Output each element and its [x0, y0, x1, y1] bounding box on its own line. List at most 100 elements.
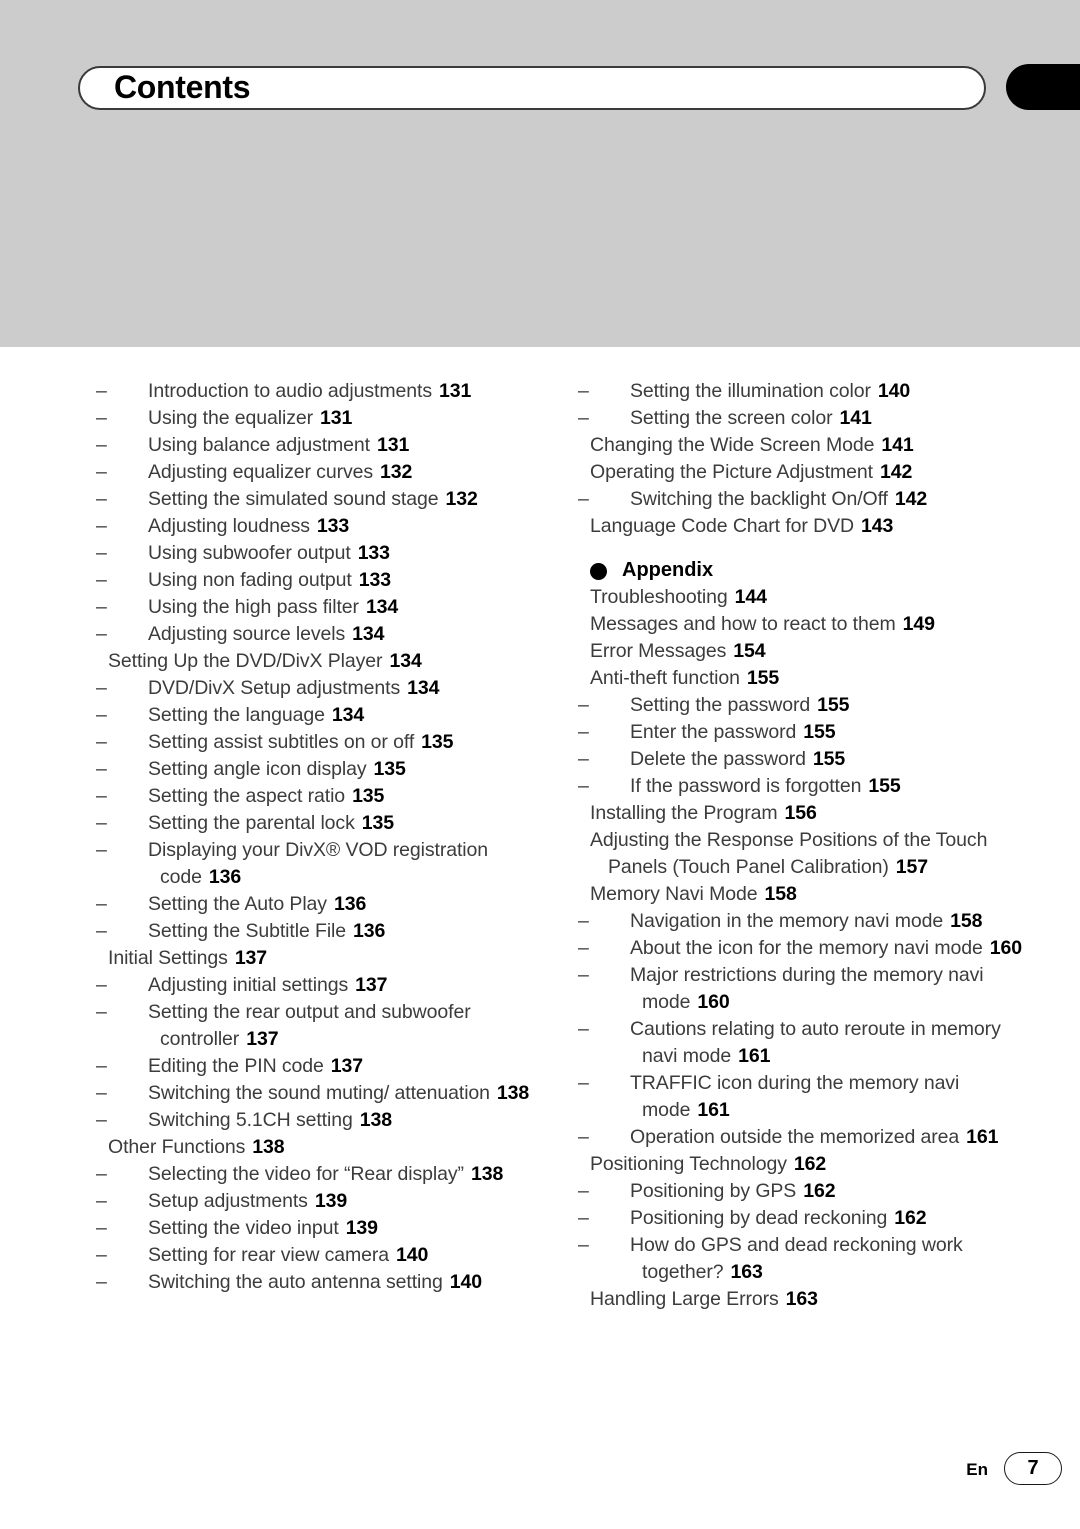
toc-entry[interactable]: – Selecting the video for “Rear display” 1… [96, 1161, 548, 1188]
toc-entry[interactable]: – Setting the screen color 141 [578, 405, 1040, 432]
toc-entry[interactable]: – Operation outside the memorized area 161 [578, 1124, 1040, 1151]
toc-entry[interactable]: – Navigation in the memory navi mode 158 [578, 908, 1040, 935]
toc-entry[interactable]: – Setting angle icon display 135 [96, 756, 548, 783]
toc-entry-label: Error Messages [590, 640, 727, 662]
toc-entry-dash: – [96, 542, 107, 564]
toc-entry[interactable]: – Introduction to audio adjustments 131 [96, 378, 548, 405]
toc-entry-page-number: 163 [785, 1288, 818, 1310]
toc-entry-dash: – [96, 1109, 107, 1131]
toc-entry[interactable]: – Positioning by dead reckoning 162 [578, 1205, 1040, 1232]
toc-entry-page-number: 132 [380, 461, 413, 483]
toc-entry-dash: – [96, 488, 107, 510]
toc-entry-label: Setting the Auto Play [148, 893, 327, 915]
toc-entry[interactable]: – Setting the language 134 [96, 702, 548, 729]
toc-entry[interactable]: – Setting the password 155 [578, 692, 1040, 719]
toc-entry-label: Switching the backlight On/Off [630, 488, 888, 510]
toc-entry[interactable]: – Major restrictions during the memory na… [578, 962, 1040, 1016]
toc-entry[interactable]: – Setup adjustments 139 [96, 1188, 548, 1215]
toc-entry[interactable]: – Adjusting equalizer curves 132 [96, 459, 548, 486]
toc-entry-label: Using subwoofer output [148, 542, 351, 564]
toc-entry[interactable]: – How do GPS and dead reckoning work toge… [578, 1232, 1040, 1286]
toc-entry-label: If the password is forgotten [630, 775, 862, 797]
toc-entry[interactable]: – Cautions relating to auto reroute in me… [578, 1016, 1040, 1070]
toc-entry[interactable]: Anti-theft function 155 [590, 665, 1040, 692]
toc-entry[interactable]: Operating the Picture Adjustment 142 [590, 459, 1040, 486]
toc-entry-dash: – [578, 748, 589, 770]
toc-entry[interactable]: – Setting the Auto Play 136 [96, 891, 548, 918]
toc-entry-dash: – [96, 1082, 107, 1104]
toc-entry-label: Cautions relating to auto reroute in mem… [630, 1018, 1001, 1067]
footer-language-code: En [966, 1460, 988, 1479]
toc-entry[interactable]: – Switching the backlight On/Off 142 [578, 486, 1040, 513]
toc-entry[interactable]: Adjusting the Response Positions of the … [590, 827, 1040, 881]
toc-entry-dash: – [578, 1234, 589, 1256]
toc-entry-page-number: 163 [730, 1261, 763, 1283]
toc-entry-label: TRAFFIC icon during the memory navi mode [630, 1072, 960, 1121]
toc-entry-dash: – [578, 694, 589, 716]
toc-entry-label: Installing the Program [590, 802, 778, 824]
toc-entry[interactable]: – Setting the Subtitle File 136 [96, 918, 548, 945]
toc-entry[interactable]: – Using non fading output 133 [96, 567, 548, 594]
toc-entry-label: Language Code Chart for DVD [590, 515, 854, 537]
toc-entry-label: Changing the Wide Screen Mode [590, 434, 875, 456]
toc-entry[interactable]: Other Functions 138 [108, 1134, 548, 1161]
toc-entry-label: Messages and how to react to them [590, 613, 896, 635]
toc-entry[interactable]: Setting Up the DVD/DivX Player 134 [108, 648, 548, 675]
toc-entry[interactable]: – Adjusting loudness 133 [96, 513, 548, 540]
toc-entry[interactable]: – Using balance adjustment 131 [96, 432, 548, 459]
toc-entry[interactable]: – Setting assist subtitles on or off 135 [96, 729, 548, 756]
toc-entry-label: Setting Up the DVD/DivX Player [108, 650, 383, 672]
toc-entry[interactable]: Messages and how to react to them 149 [590, 611, 1040, 638]
toc-entry-label: Using non fading output [148, 569, 352, 591]
toc-entry[interactable]: – Setting the video input 139 [96, 1215, 548, 1242]
toc-entry-label: Setting the Subtitle File [148, 920, 347, 942]
toc-entry[interactable]: – About the icon for the memory navi mode… [578, 935, 1040, 962]
toc-entry[interactable]: Installing the Program 156 [590, 800, 1040, 827]
toc-entry[interactable]: – Switching the sound muting/ attenuation… [96, 1080, 548, 1107]
toc-entry[interactable]: Initial Settings 137 [108, 945, 548, 972]
toc-entry-label: Positioning Technology [590, 1153, 787, 1175]
toc-entry[interactable]: – Delete the password 155 [578, 746, 1040, 773]
toc-entry[interactable]: – If the password is forgotten 155 [578, 773, 1040, 800]
toc-entry[interactable]: – Adjusting source levels 134 [96, 621, 548, 648]
toc-entry[interactable]: – Setting the aspect ratio 135 [96, 783, 548, 810]
toc-entry[interactable]: – Enter the password 155 [578, 719, 1040, 746]
toc-entry-page-number: 158 [764, 883, 797, 905]
toc-entry[interactable]: – Switching 5.1CH setting 138 [96, 1107, 548, 1134]
toc-entry[interactable]: – TRAFFIC icon during the memory navi mod… [578, 1070, 1040, 1124]
toc-entry[interactable]: – Setting the parental lock 135 [96, 810, 548, 837]
toc-entry-page-number: 155 [803, 721, 836, 743]
toc-entry[interactable]: – Switching the auto antenna setting 140 [96, 1269, 548, 1296]
toc-entry[interactable]: – DVD/DivX Setup adjustments 134 [96, 675, 548, 702]
toc-entry-dash: – [96, 569, 107, 591]
toc-entry-page-number: 160 [989, 937, 1022, 959]
toc-entry-label: Major restrictions during the memory nav… [630, 964, 984, 1013]
toc-entry-page-number: 131 [438, 380, 472, 402]
toc-entry[interactable]: Error Messages 154 [590, 638, 1040, 665]
toc-entry-page-number: 144 [734, 586, 767, 608]
toc-entry[interactable]: Positioning Technology 162 [590, 1151, 1040, 1178]
toc-entry-label: Setup adjustments [148, 1190, 308, 1212]
toc-entry-dash: – [96, 1190, 107, 1212]
toc-entry[interactable]: – Setting for rear view camera 140 [96, 1242, 548, 1269]
toc-entry-dash: – [96, 704, 107, 726]
toc-entry-label: Positioning by GPS [630, 1180, 797, 1202]
toc-entry[interactable]: Troubleshooting 144 [590, 584, 1040, 611]
toc-column-right: – Setting the illumination color 140 – Setti… [578, 378, 1040, 1313]
toc-entry[interactable]: – Setting the simulated sound stage 132 [96, 486, 548, 513]
toc-entry[interactable]: Changing the Wide Screen Mode 141 [590, 432, 1040, 459]
toc-entry[interactable]: – Setting the rear output and subwoofer c… [96, 999, 548, 1053]
toc-entry-dash: – [96, 812, 107, 834]
toc-entry[interactable]: – Using subwoofer output 133 [96, 540, 548, 567]
toc-entry[interactable]: – Editing the PIN code 137 [96, 1053, 548, 1080]
toc-entry-page-number: 135 [373, 758, 406, 780]
toc-entry[interactable]: – Positioning by GPS 162 [578, 1178, 1040, 1205]
toc-entry[interactable]: – Using the equalizer 131 [96, 405, 548, 432]
toc-entry[interactable]: Memory Navi Mode 158 [590, 881, 1040, 908]
toc-entry[interactable]: Language Code Chart for DVD 143 [590, 513, 1040, 540]
toc-entry[interactable]: Handling Large Errors 163 [590, 1286, 1040, 1313]
toc-entry[interactable]: – Using the high pass filter 134 [96, 594, 548, 621]
toc-entry[interactable]: – Adjusting initial settings 137 [96, 972, 548, 999]
toc-entry[interactable]: – Setting the illumination color 140 [578, 378, 1040, 405]
toc-entry[interactable]: – Displaying your DivX® VOD registration … [96, 837, 548, 891]
